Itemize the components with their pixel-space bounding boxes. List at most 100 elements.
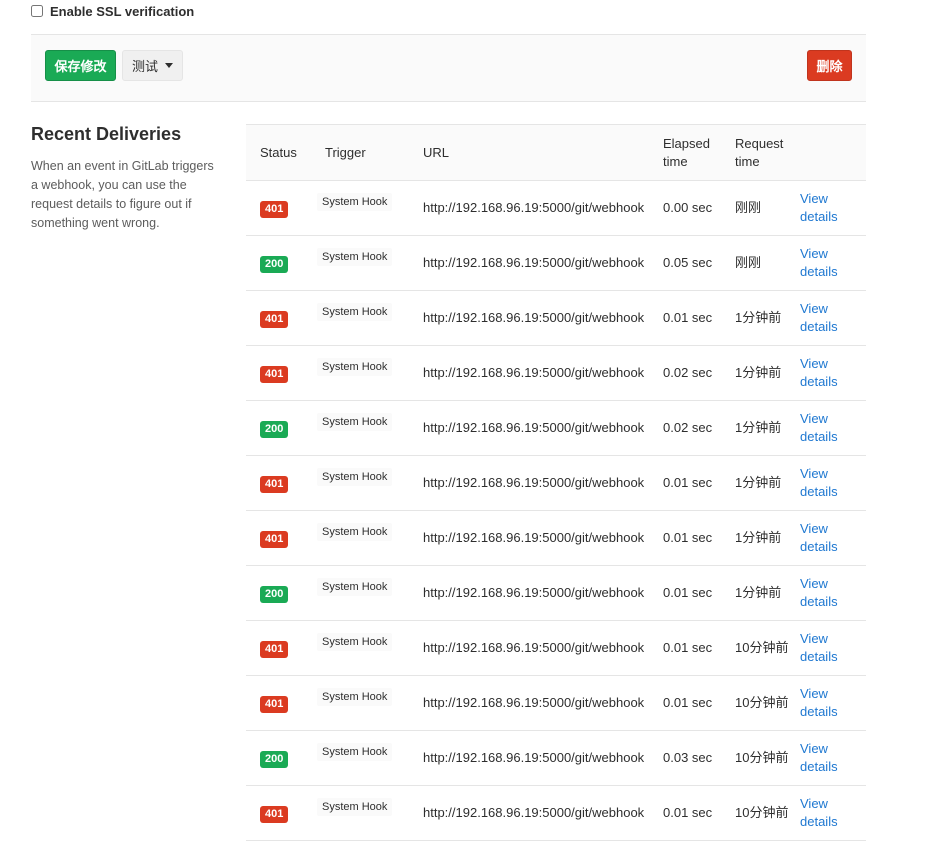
status-badge: 401 — [260, 311, 289, 328]
request-time-cell: 1分钟前 — [726, 345, 800, 401]
table-row: 200 System Hook http://192.168.96.19:5000/… — [246, 565, 866, 621]
view-details-cell: View details — [800, 345, 866, 401]
url-cell: http://192.168.96.19:5000/git/webhook — [408, 565, 654, 621]
deliveries-table-wrapper: Status Trigger URL Elapsed time Request … — [246, 124, 866, 841]
status-badge: 401 — [260, 696, 289, 713]
delete-button[interactable]: 删除 — [807, 50, 852, 81]
save-changes-button[interactable]: 保存修改 — [45, 50, 116, 81]
ssl-verification-checkbox[interactable] — [31, 5, 43, 17]
deliveries-table: Status Trigger URL Elapsed time Request … — [246, 124, 866, 841]
table-row: 401 System Hook http://192.168.96.19:5000/… — [246, 455, 866, 511]
request-time-cell: 10分钟前 — [726, 620, 800, 676]
table-row: 401 System Hook http://192.168.96.19:5000/… — [246, 785, 866, 841]
url-cell: http://192.168.96.19:5000/git/webhook — [408, 620, 654, 676]
status-cell: 401 — [246, 785, 309, 841]
test-dropdown-button[interactable]: 测试 — [122, 50, 183, 81]
trigger-label: System Hook — [317, 193, 393, 211]
request-time-cell: 刚刚 — [726, 180, 800, 236]
status-cell: 200 — [246, 565, 309, 621]
trigger-cell: System Hook — [309, 400, 408, 456]
view-details-link[interactable]: View details — [800, 355, 840, 391]
status-cell: 401 — [246, 620, 309, 676]
trigger-label: System Hook — [317, 248, 393, 266]
url-cell: http://192.168.96.19:5000/git/webhook — [408, 730, 654, 786]
trigger-cell: System Hook — [309, 565, 408, 621]
view-details-cell: View details — [800, 400, 866, 456]
trigger-label: System Hook — [317, 798, 393, 816]
trigger-cell: System Hook — [309, 455, 408, 511]
table-row: 401 System Hook http://192.168.96.19:5000/… — [246, 510, 866, 566]
trigger-label: System Hook — [317, 688, 393, 706]
test-label: 测试 — [131, 59, 158, 74]
trigger-cell: System Hook — [309, 620, 408, 676]
status-cell: 401 — [246, 455, 309, 511]
request-time-cell: 1分钟前 — [726, 290, 800, 346]
elapsed-time-cell: 0.00 sec — [654, 180, 726, 236]
view-details-link[interactable]: View details — [800, 300, 840, 336]
header-url: URL — [408, 124, 654, 181]
trigger-cell: System Hook — [309, 730, 408, 786]
url-cell: http://192.168.96.19:5000/git/webhook — [408, 785, 654, 841]
status-badge: 200 — [260, 256, 289, 273]
view-details-cell: View details — [800, 290, 866, 346]
header-trigger: Trigger — [309, 124, 408, 181]
elapsed-time-cell: 0.01 sec — [654, 510, 726, 566]
recent-deliveries-title: Recent Deliveries — [31, 124, 182, 144]
url-cell: http://192.168.96.19:5000/git/webhook — [408, 180, 654, 236]
elapsed-time-cell: 0.02 sec — [654, 345, 726, 401]
url-cell: http://192.168.96.19:5000/git/webhook — [408, 455, 654, 511]
trigger-cell: System Hook — [309, 235, 408, 291]
trigger-label: System Hook — [317, 633, 393, 651]
trigger-label: System Hook — [317, 358, 393, 376]
view-details-link[interactable]: View details — [800, 740, 840, 776]
status-badge: 401 — [260, 641, 289, 658]
url-cell: http://192.168.96.19:5000/git/webhook — [408, 510, 654, 566]
elapsed-time-cell: 0.01 sec — [654, 785, 726, 841]
view-details-link[interactable]: View details — [800, 630, 840, 666]
view-details-link[interactable]: View details — [800, 685, 840, 721]
trigger-cell: System Hook — [309, 785, 408, 841]
recent-deliveries-description: When an event in GitLab triggers a webho… — [31, 159, 214, 230]
trigger-label: System Hook — [317, 523, 393, 541]
status-cell: 401 — [246, 290, 309, 346]
status-badge: 401 — [260, 531, 289, 548]
request-time-cell: 1分钟前 — [726, 565, 800, 621]
url-cell: http://192.168.96.19:5000/git/webhook — [408, 675, 654, 731]
trigger-label: System Hook — [317, 303, 393, 321]
ssl-verification-label[interactable]: Enable SSL verification — [50, 4, 194, 19]
view-details-link[interactable]: View details — [800, 465, 840, 501]
trigger-label: System Hook — [317, 578, 393, 596]
status-cell: 401 — [246, 510, 309, 566]
trigger-cell: System Hook — [309, 180, 408, 236]
delete-label: 删除 — [816, 59, 843, 74]
header-actions — [800, 124, 866, 181]
table-row: 401 System Hook http://192.168.96.19:5000/… — [246, 345, 866, 401]
status-badge: 401 — [260, 476, 289, 493]
request-time-cell: 1分钟前 — [726, 510, 800, 566]
table-header-row: Status Trigger URL Elapsed time Request … — [246, 124, 866, 181]
request-time-cell: 10分钟前 — [726, 730, 800, 786]
view-details-link[interactable]: View details — [800, 245, 840, 281]
trigger-cell: System Hook — [309, 675, 408, 731]
header-request-time: Request time — [726, 124, 800, 181]
elapsed-time-cell: 0.05 sec — [654, 235, 726, 291]
view-details-link[interactable]: View details — [800, 795, 840, 831]
view-details-link[interactable]: View details — [800, 190, 840, 226]
status-badge: 401 — [260, 201, 289, 218]
view-details-link[interactable]: View details — [800, 410, 840, 446]
request-time-cell: 1分钟前 — [726, 455, 800, 511]
header-status: Status — [246, 124, 309, 181]
view-details-cell: View details — [800, 565, 866, 621]
header-elapsed-time: Elapsed time — [654, 124, 726, 181]
request-time-cell: 10分钟前 — [726, 785, 800, 841]
view-details-link[interactable]: View details — [800, 520, 840, 556]
status-badge: 401 — [260, 366, 289, 383]
caret-down-icon — [165, 63, 173, 68]
elapsed-time-cell: 0.02 sec — [654, 400, 726, 456]
trigger-cell: System Hook — [309, 510, 408, 566]
status-cell: 401 — [246, 345, 309, 401]
status-badge: 200 — [260, 751, 289, 768]
elapsed-time-cell: 0.01 sec — [654, 290, 726, 346]
view-details-link[interactable]: View details — [800, 575, 840, 611]
status-badge: 200 — [260, 586, 289, 603]
